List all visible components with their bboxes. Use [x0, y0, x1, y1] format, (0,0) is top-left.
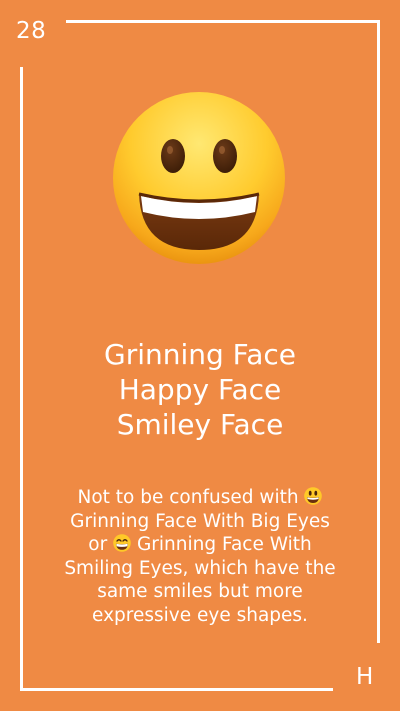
- emoji-description: Not to be confused with Grinning Face Wi…: [60, 486, 340, 628]
- frame-right-border: [377, 20, 380, 643]
- frame-left-border: [20, 67, 23, 691]
- emoji-name: Grinning Face: [104, 338, 296, 371]
- grinning-face-with-smiling-eyes-icon: [113, 534, 131, 552]
- emoji-name: Smiley Face: [116, 408, 284, 441]
- grinning-face-icon: [111, 90, 287, 266]
- frame-bottom-border: [20, 688, 333, 691]
- grinning-face-with-big-eyes-icon: [304, 487, 323, 505]
- frame-top-border: [66, 20, 380, 23]
- card-number: 28: [16, 18, 47, 44]
- card-letter: H: [356, 664, 374, 690]
- emoji-name: Happy Face: [118, 373, 282, 406]
- emoji-names: Grinning Face Happy Face Smiley Face: [40, 337, 360, 442]
- description-text: Not to be confused with: [77, 487, 305, 508]
